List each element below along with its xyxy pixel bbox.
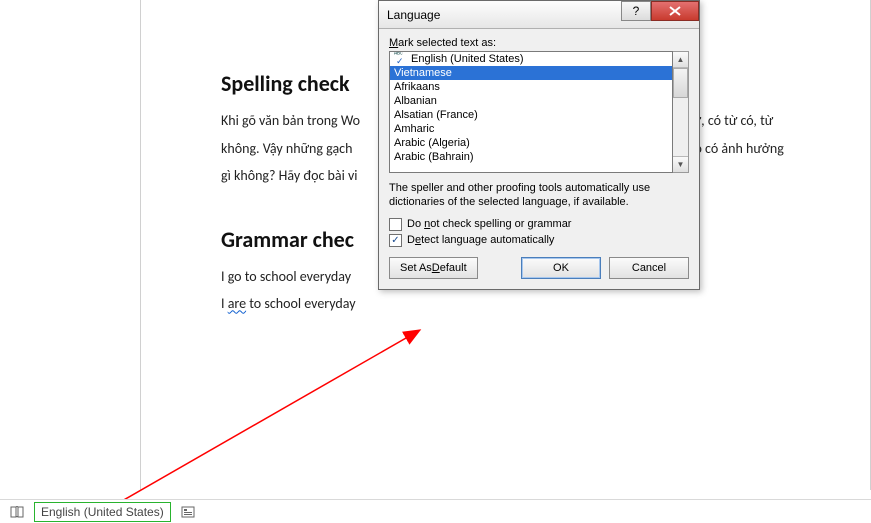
cancel-button[interactable]: Cancel <box>609 257 689 279</box>
paragraph-3: I are to school everyday <box>221 294 790 314</box>
list-item[interactable]: English (United States) <box>390 52 672 66</box>
close-button[interactable] <box>651 1 699 21</box>
scroll-up-icon[interactable]: ▲ <box>673 52 688 68</box>
checkbox-detect-lang[interactable]: ✓ <box>389 234 402 247</box>
scroll-thumb[interactable] <box>673 68 688 98</box>
language-dialog: Language ? Mark selected text as: Englis… <box>378 0 700 290</box>
grammar-error[interactable]: are <box>228 295 246 312</box>
hint-text: The speller and other proofing tools aut… <box>389 181 689 210</box>
dialog-titlebar[interactable]: Language ? <box>379 1 699 29</box>
status-bar: English (United States) <box>0 499 871 523</box>
set-as-default-button[interactable]: Set As Default <box>389 257 478 279</box>
status-language[interactable]: English (United States) <box>34 502 171 522</box>
checkbox-detect-lang-label: Detect language automatically <box>407 234 554 246</box>
list-item-selected[interactable]: Vietnamese <box>390 66 672 80</box>
list-item[interactable]: Alsatian (France) <box>390 108 672 122</box>
mark-label: Mark selected text as: <box>389 37 689 49</box>
list-item[interactable]: Arabic (Algeria) <box>390 136 672 150</box>
checkbox-no-spellcheck-label: Do not check spelling or grammar <box>407 218 571 230</box>
list-item[interactable]: Albanian <box>390 94 672 108</box>
checkbox-no-spellcheck[interactable] <box>389 218 402 231</box>
list-item[interactable]: Amharic <box>390 122 672 136</box>
listbox-scrollbar[interactable]: ▲ ▼ <box>673 51 689 173</box>
scroll-down-icon[interactable]: ▼ <box>673 156 688 172</box>
ok-button[interactable]: OK <box>521 257 601 279</box>
language-listbox[interactable]: English (United States) Vietnamese Afrik… <box>389 51 673 173</box>
dialog-title: Language <box>387 8 621 22</box>
list-item[interactable]: Arabic (Bahrain) <box>390 150 672 164</box>
help-button[interactable]: ? <box>621 1 651 21</box>
list-item[interactable]: Afrikaans <box>390 80 672 94</box>
spellcheck-icon <box>394 54 408 64</box>
macro-icon[interactable] <box>181 505 195 519</box>
book-icon[interactable] <box>10 505 24 519</box>
